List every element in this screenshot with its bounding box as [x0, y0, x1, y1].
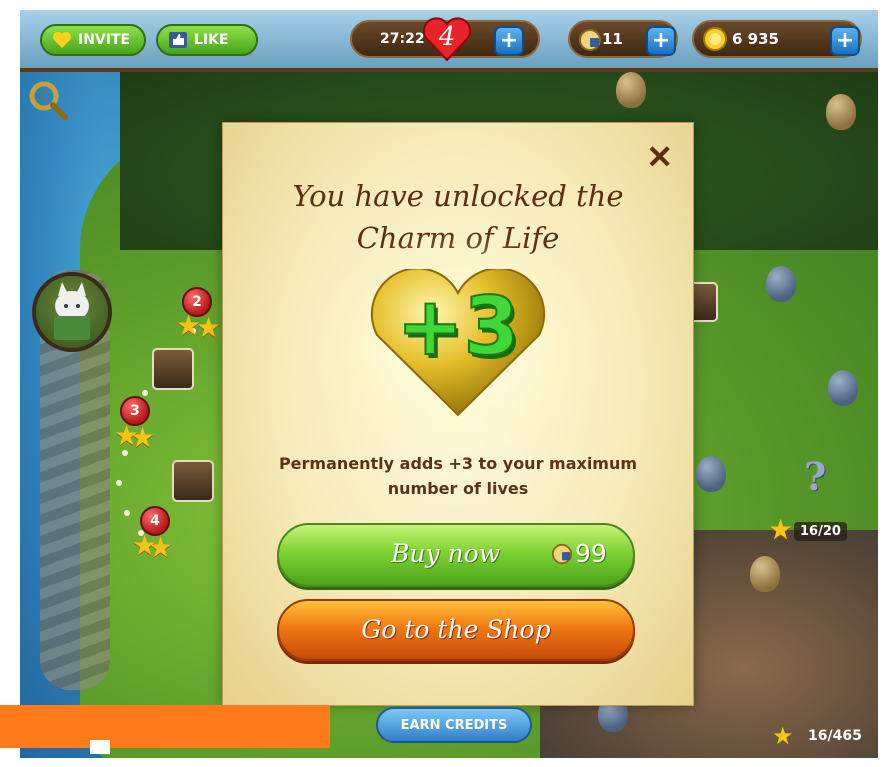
- go-to-shop-label: Go to the Shop: [361, 615, 551, 644]
- add-credits-button[interactable]: +: [646, 26, 676, 56]
- buy-price-value: 99: [575, 539, 607, 568]
- coins-count: 6 935: [732, 30, 779, 48]
- buy-now-label: Buy now: [391, 539, 501, 568]
- like-button[interactable]: LIKE: [156, 24, 258, 56]
- balloon-marker: [750, 556, 780, 592]
- coin-icon: [703, 27, 727, 51]
- overlay-notch: [90, 740, 110, 754]
- star-icon: ★: [768, 513, 794, 546]
- path-dot: [142, 390, 148, 396]
- add-lives-button[interactable]: +: [494, 26, 524, 56]
- buy-price: 99: [551, 539, 607, 568]
- credit-icon: [579, 29, 601, 51]
- heart-icon: [53, 32, 71, 48]
- level-tile[interactable]: [152, 348, 194, 390]
- invite-label: INVITE: [78, 32, 131, 48]
- balloon-marker: [828, 370, 858, 406]
- star-icon: ★: [148, 531, 174, 564]
- level-tile[interactable]: [172, 460, 214, 502]
- balloon-marker: [616, 72, 646, 108]
- question-mark-icon[interactable]: ?: [804, 454, 826, 499]
- invite-button[interactable]: INVITE: [40, 24, 146, 56]
- game-viewport: 2 ★ ★ 3 ★ ★ 4 ★ ★ ★ 16/20 ? INVITE LIKE …: [20, 10, 878, 758]
- like-icon: [169, 32, 187, 48]
- charm-description: Permanently adds +3 to your maximum numb…: [278, 454, 638, 498]
- credits-count: 11: [602, 30, 623, 48]
- buy-now-button[interactable]: Buy now 99: [277, 523, 635, 587]
- earn-credits-button[interactable]: EARN CREDITS: [376, 707, 532, 743]
- lives-timer: 27:22: [380, 31, 425, 47]
- path-dot: [124, 510, 130, 516]
- star-icon: ★: [130, 421, 156, 454]
- add-coins-button[interactable]: +: [830, 26, 860, 56]
- charm-unlocked-dialog: ✕ You have unlocked the Charm of Life +3…: [222, 122, 694, 706]
- lives-count: 4: [438, 22, 456, 52]
- balloon-marker: [766, 266, 796, 302]
- like-label: LIKE: [194, 32, 229, 48]
- star-icon: ★: [196, 311, 222, 344]
- credit-icon: [551, 543, 573, 564]
- player-avatar[interactable]: [32, 272, 112, 352]
- overlay-bar: [0, 705, 330, 748]
- balloon-marker: [826, 94, 856, 130]
- dialog-title-line1: You have unlocked the: [292, 179, 624, 213]
- go-to-shop-button[interactable]: Go to the Shop: [277, 599, 635, 661]
- top-bar: INVITE LIKE 27:22 4 + 11 + 6 935 +: [20, 10, 878, 72]
- charm-bonus-label: +3: [396, 280, 521, 373]
- balloon-marker: [696, 456, 726, 492]
- total-stars-counter: 16/465: [808, 728, 862, 744]
- earn-credits-label: EARN CREDITS: [400, 717, 508, 733]
- magnifier-icon[interactable]: [28, 80, 68, 120]
- star-icon: ★: [772, 722, 794, 750]
- area-star-counter: 16/20: [794, 522, 847, 541]
- lives-heart: 4: [422, 16, 472, 62]
- close-icon[interactable]: ✕: [646, 141, 673, 173]
- cat-avatar-icon: [54, 282, 90, 340]
- path-dot: [116, 480, 122, 486]
- charm-heart: +3: [303, 229, 613, 459]
